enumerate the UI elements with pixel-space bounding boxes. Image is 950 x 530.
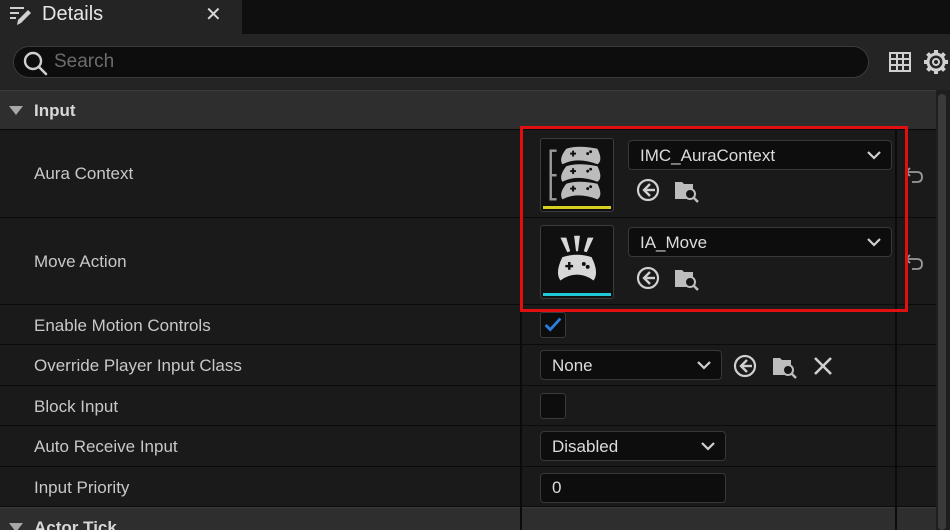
section-input[interactable]: Input [0, 90, 936, 130]
property-label: Enable Motion Controls [34, 316, 211, 335]
input-action-icon [557, 235, 597, 281]
pencil-icon [10, 7, 31, 25]
tab-details[interactable]: Details ✕ [0, 0, 242, 34]
chevron-down-icon [867, 151, 881, 160]
asset-picker-value: IMC_AuraContext [640, 146, 776, 165]
chevron-down-icon [867, 238, 881, 247]
browse-class-icon[interactable] [771, 353, 797, 379]
column-splitter-reset [895, 130, 897, 530]
asset-type-bar [543, 206, 611, 209]
close-icon[interactable]: ✕ [205, 2, 222, 27]
asset-type-bar [543, 293, 611, 296]
dropdown-value: Disabled [552, 437, 619, 456]
row-enable-motion-controls: Enable Motion Controls [0, 305, 936, 345]
details-toolbar [0, 34, 950, 90]
chevron-down-icon [701, 442, 715, 451]
property-label: Block Input [34, 397, 119, 416]
column-splitter[interactable] [520, 130, 522, 530]
browse-asset-icon[interactable] [673, 265, 699, 291]
row-input-priority: Input Priority [0, 467, 936, 507]
input-priority-field[interactable] [540, 473, 726, 503]
section-label: Actor Tick [34, 518, 117, 530]
chevron-down-icon [697, 361, 711, 370]
use-selected-asset-icon[interactable] [635, 177, 661, 203]
asset-picker-value: IA_Move [640, 233, 708, 252]
row-block-input: Block Input [0, 386, 936, 426]
enable-motion-controls-checkbox[interactable] [540, 312, 566, 338]
auto-receive-input-dropdown[interactable]: Disabled [540, 431, 726, 461]
asset-picker-aura-context[interactable]: IMC_AuraContext [628, 140, 892, 170]
asset-thumbnail-aura-context[interactable] [540, 138, 614, 212]
property-label: Move Action [34, 252, 127, 271]
asset-thumbnail-move-action[interactable] [540, 225, 614, 299]
section-label: Input [34, 101, 76, 120]
dropdown-value: None [552, 356, 593, 375]
clear-icon[interactable] [810, 353, 836, 379]
reset-to-default-icon[interactable] [904, 166, 924, 184]
section-actor-tick[interactable]: Actor Tick [0, 507, 936, 530]
use-selected-asset-icon[interactable] [635, 265, 661, 291]
tab-title: Details [42, 3, 104, 25]
reset-to-default-icon[interactable] [904, 253, 924, 271]
property-matrix-icon[interactable] [888, 50, 912, 74]
input-mapping-context-icon [549, 146, 601, 201]
row-auto-receive-input: Auto Receive Input [0, 426, 936, 467]
collapse-arrow-icon[interactable] [9, 106, 23, 115]
property-label: Aura Context [34, 164, 134, 183]
scrollbar[interactable] [936, 90, 950, 530]
scrollbar-thumb[interactable] [938, 94, 946, 530]
input-priority-input[interactable] [552, 478, 712, 498]
property-label: Override Player Input Class [34, 356, 242, 375]
gear-icon[interactable] [923, 49, 949, 75]
search-input[interactable] [54, 50, 854, 74]
block-input-checkbox[interactable] [540, 393, 566, 419]
checkmark-icon [544, 317, 562, 332]
override-player-input-class-dropdown[interactable]: None [540, 350, 722, 380]
collapse-arrow-icon[interactable] [9, 523, 23, 530]
browse-asset-icon[interactable] [673, 177, 699, 203]
asset-picker-move-action[interactable]: IA_Move [628, 227, 892, 257]
use-selected-class-icon[interactable] [732, 353, 758, 379]
property-label: Auto Receive Input [34, 437, 178, 456]
search-box [13, 46, 869, 78]
property-label: Input Priority [34, 478, 130, 497]
tab-bar: Details ✕ [0, 0, 950, 34]
search-icon [23, 51, 48, 76]
